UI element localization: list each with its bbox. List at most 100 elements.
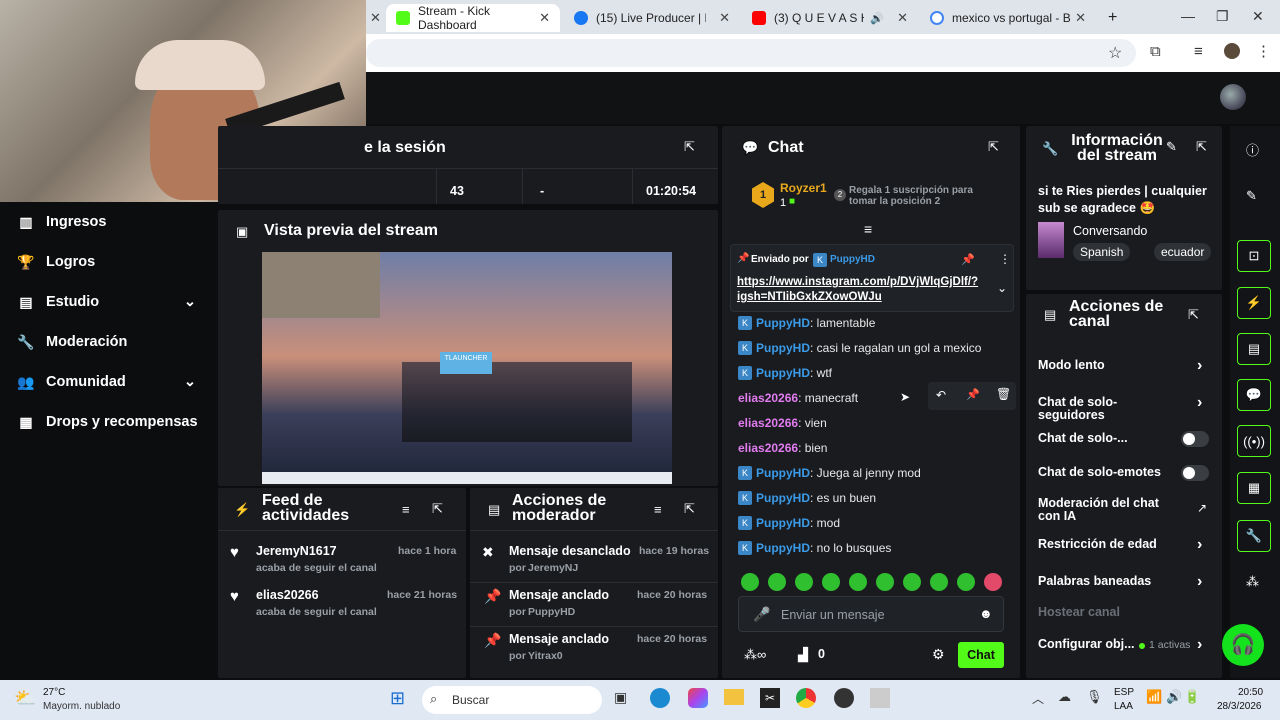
expand-icon[interactable]: ⇱ xyxy=(432,501,443,517)
chat-message[interactable]: K PuppyHD: no lo busques xyxy=(738,541,891,555)
pinned-link[interactable]: https://www.instagram.com/p/DVjWlqGjDlf/… xyxy=(737,275,981,305)
media-control-icon[interactable]: ≡ xyxy=(1194,43,1203,60)
task-view-icon[interactable]: ▣ xyxy=(614,689,627,706)
url-field[interactable] xyxy=(366,39,1136,67)
sidebar-chat-button[interactable]: 💬 xyxy=(1237,379,1271,411)
close-tab-icon[interactable]: ✕ xyxy=(897,10,908,26)
obs-icon[interactable] xyxy=(834,688,854,708)
chat-message[interactable]: K PuppyHD: mod xyxy=(738,516,840,530)
toggle-switch[interactable] xyxy=(1181,431,1209,447)
filter-icon[interactable]: ≡ xyxy=(654,502,662,517)
tray-chevron-icon[interactable]: ︿ xyxy=(1032,690,1044,707)
chat-username[interactable]: PuppyHD xyxy=(756,541,810,555)
chevron-down-icon[interactable]: ⌄ xyxy=(997,281,1007,295)
gift-prompt[interactable]: Regala 1 suscripción para tomar la posic… xyxy=(849,185,979,207)
chat-username[interactable]: elias20266 xyxy=(738,441,798,455)
channel-action-item[interactable]: Chat de solo-... xyxy=(1038,432,1178,445)
sidebar-item-drops[interactable]: ▦ Drops y recompensas xyxy=(18,414,197,431)
file-explorer-icon[interactable] xyxy=(724,689,744,705)
more-options-icon[interactable]: ⋮ xyxy=(999,252,1011,266)
expand-icon[interactable]: ⇱ xyxy=(1188,307,1199,323)
delete-icon[interactable]: 🗑 xyxy=(996,387,1011,401)
edge-icon[interactable] xyxy=(650,688,670,708)
chevron-right-icon[interactable]: › xyxy=(1197,536,1202,554)
collapse-leaderboard-icon[interactable]: ≡ xyxy=(864,221,872,237)
chevron-right-icon[interactable]: › xyxy=(1197,357,1202,375)
chrome-icon[interactable] xyxy=(796,688,816,708)
volume-icon[interactable]: 🔊 xyxy=(1166,689,1182,705)
chat-settings-gear-icon[interactable]: ⚙ xyxy=(932,646,945,663)
tab-facebook[interactable]: (15) Live Producer | Facebo ✕ xyxy=(564,4,740,32)
expand-icon[interactable]: ⇱ xyxy=(988,139,999,155)
tray-cloud-icon[interactable]: ☁ xyxy=(1058,689,1071,705)
sidebar-camera-button[interactable]: ⊡ xyxy=(1237,240,1271,272)
emote-icon[interactable] xyxy=(876,573,894,591)
clock-time[interactable]: 20:50 xyxy=(1238,687,1263,698)
chat-message[interactable]: K PuppyHD: Juega al jenny mod xyxy=(738,466,921,480)
info-icon[interactable]: ⓘ xyxy=(1246,140,1259,159)
battery-icon[interactable]: 🔋 xyxy=(1184,689,1200,705)
chat-input-box[interactable]: 🎤 Enviar un mensaje ☻ xyxy=(738,596,1004,632)
chevron-right-icon[interactable]: › xyxy=(1197,573,1202,591)
tray-mic-icon[interactable]: 🎙 xyxy=(1086,689,1103,705)
app-icon[interactable] xyxy=(870,688,890,708)
sidebar-broadcast-button[interactable]: ((•)) xyxy=(1237,425,1271,457)
profile-avatar[interactable] xyxy=(1224,43,1240,59)
capcut-icon[interactable]: ✂ xyxy=(760,688,780,708)
channel-points-icon[interactable]: ⁂∞ xyxy=(744,647,766,663)
channel-action-item[interactable]: Restricción de edad xyxy=(1038,538,1178,551)
emote-icon[interactable] xyxy=(930,573,948,591)
sidebar-item-comunidad[interactable]: 👥 Comunidad ⌄ xyxy=(17,374,196,391)
chat-username[interactable]: PuppyHD xyxy=(756,516,810,530)
chat-username[interactable]: PuppyHD xyxy=(756,341,810,355)
close-tab-icon[interactable]: ✕ xyxy=(1075,10,1086,26)
new-tab-button[interactable]: + xyxy=(1098,4,1127,32)
weather-temp[interactable]: 27°C xyxy=(43,687,65,698)
sidebar-wrench-button[interactable]: 🔧 xyxy=(1237,520,1271,552)
category-name[interactable]: Conversando xyxy=(1073,224,1147,238)
emote-icon[interactable] xyxy=(849,573,867,591)
sidebar-item-ingresos[interactable]: ▥ Ingresos xyxy=(18,214,106,231)
emote-icon[interactable] xyxy=(957,573,975,591)
filter-icon[interactable]: ≡ xyxy=(402,502,410,517)
sidebar-layout-button[interactable]: ▦ xyxy=(1237,472,1271,504)
wifi-icon[interactable]: 📶 xyxy=(1146,689,1162,705)
toggle-switch[interactable] xyxy=(1181,465,1209,481)
tab-google-search[interactable]: mexico vs portugal - Busca ✕ xyxy=(920,4,1096,32)
language-code[interactable]: ESP xyxy=(1114,687,1134,698)
channel-action-item[interactable]: Palabras baneadas xyxy=(1038,575,1178,588)
close-tab-icon[interactable]: ✕ xyxy=(719,10,730,26)
maximize-icon[interactable]: ❐ xyxy=(1216,8,1229,25)
tab-youtube[interactable]: (3) Q U E V A S H A C 🔊 ✕ xyxy=(742,4,918,32)
windows-start-icon[interactable]: ⊞ xyxy=(390,688,405,709)
stream-preview-video[interactable]: TLAUNCHER xyxy=(262,252,672,484)
unpin-button[interactable]: 📌 xyxy=(961,253,975,266)
user-avatar[interactable] xyxy=(1220,84,1246,110)
points-icon[interactable]: ⁂ xyxy=(1246,574,1259,590)
emoji-icon[interactable]: ☻ xyxy=(979,606,993,621)
emote-icon[interactable] xyxy=(903,573,921,591)
support-headset-button[interactable]: 🎧 xyxy=(1222,624,1264,666)
tab-kick-dashboard[interactable]: Stream - Kick Dashboard ✕ xyxy=(386,4,560,32)
emote-icon[interactable] xyxy=(768,573,786,591)
chat-username[interactable]: PuppyHD xyxy=(756,491,810,505)
send-chat-button[interactable]: Chat xyxy=(958,642,1004,668)
taskbar-search[interactable]: ⌕ Buscar xyxy=(422,686,602,714)
external-link-icon[interactable]: ↗ xyxy=(1197,501,1207,515)
sidebar-bolt-button[interactable]: ⚡ xyxy=(1237,287,1271,319)
browser-menu-icon[interactable]: ⋮ xyxy=(1256,42,1271,60)
edit-pencil-icon[interactable]: ✎ xyxy=(1246,188,1257,204)
emote-icon[interactable] xyxy=(984,573,1002,591)
clock-date[interactable]: 28/3/2026 xyxy=(1217,701,1262,712)
channel-action-item[interactable]: Hostear canal xyxy=(1038,606,1178,619)
sidebar-item-estudio[interactable]: ▤ Estudio ⌄ xyxy=(18,294,196,311)
language-layout[interactable]: LAA xyxy=(1114,701,1133,712)
channel-action-item[interactable]: Moderación del chat con IA xyxy=(1038,497,1178,523)
store-icon[interactable]: ▟ xyxy=(798,647,808,663)
reply-icon[interactable]: ↶ xyxy=(936,388,946,402)
chat-username[interactable]: PuppyHD xyxy=(756,366,810,380)
chat-username[interactable]: PuppyHD xyxy=(756,316,810,330)
chevron-right-icon[interactable]: › xyxy=(1197,636,1202,654)
chat-username[interactable]: elias20266 xyxy=(738,391,798,405)
expand-icon[interactable]: ⇱ xyxy=(1196,139,1207,155)
